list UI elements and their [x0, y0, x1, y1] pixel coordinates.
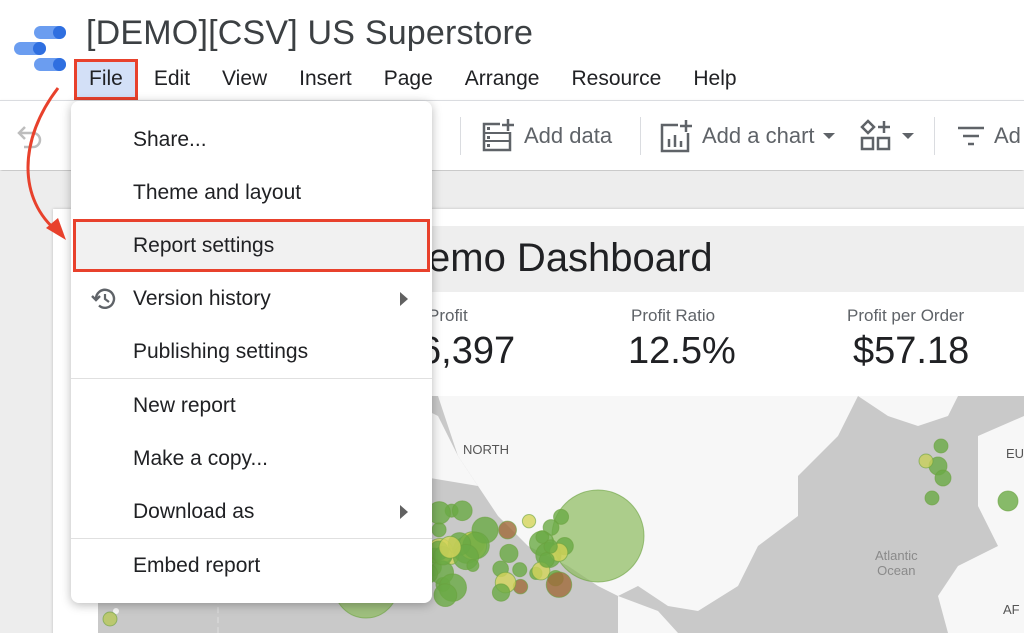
map-bubble[interactable]	[498, 520, 517, 540]
report-title[interactable]: [DEMO][CSV] US Superstore	[86, 14, 533, 53]
chevron-down-icon	[822, 133, 835, 139]
land-greenland	[858, 396, 958, 426]
continent-label: AF	[1003, 602, 1020, 617]
menu-item-label: New report	[133, 393, 236, 417]
map-bubble[interactable]	[451, 500, 473, 522]
add-chart-button[interactable]: Add a chart	[660, 119, 835, 153]
menubar: File Edit View Insert Page Arrange Resou…	[74, 58, 753, 100]
map-bubble[interactable]	[997, 490, 1019, 512]
map-bubble[interactable]	[933, 438, 949, 454]
undo-icon[interactable]	[16, 123, 44, 156]
menu-item-label: Publishing settings	[133, 339, 309, 363]
map-bubble[interactable]	[551, 489, 645, 583]
filter-icon	[958, 126, 984, 146]
menu-item-make-a-copy[interactable]: Make a copy...	[71, 432, 432, 485]
dashboard-title[interactable]: emo Dashboard	[428, 236, 713, 281]
menu-arrange[interactable]: Arrange	[449, 59, 556, 99]
map-bubble[interactable]	[538, 552, 555, 568]
add-data-button[interactable]: Add data	[482, 118, 613, 153]
map-bubble[interactable]	[512, 562, 528, 578]
continent-label: NORTH	[463, 442, 509, 457]
menu-insert[interactable]: Insert	[283, 59, 368, 99]
add-chart-icon	[660, 119, 694, 153]
file-menu-dropdown: Share... Theme and layout Report setting…	[71, 101, 432, 603]
history-icon	[91, 287, 117, 317]
chevron-down-icon	[902, 133, 914, 139]
submenu-arrow-icon	[400, 292, 408, 306]
add-data-icon	[482, 118, 516, 152]
menu-item-share[interactable]: Share...	[71, 113, 432, 166]
menu-item-label: Share...	[133, 127, 207, 151]
menu-item-new-report[interactable]: New report	[71, 379, 432, 432]
kpi-profit-per-order-value[interactable]: $57.18	[853, 330, 969, 373]
map-bubble[interactable]	[499, 543, 519, 564]
toolbar-divider	[460, 117, 461, 155]
menu-item-label: Theme and layout	[133, 180, 302, 204]
submenu-arrow-icon	[400, 505, 408, 519]
menu-item-label: Embed report	[133, 553, 261, 577]
menu-help[interactable]: Help	[677, 59, 752, 99]
menu-item-version-history[interactable]: Version history	[71, 272, 432, 325]
menu-item-label: Download as	[133, 499, 255, 523]
continent-label: EU	[1006, 446, 1024, 461]
logo-dot-top	[53, 26, 66, 39]
atlantic-ocean-label: Atlantic Ocean	[875, 548, 918, 578]
menu-edit[interactable]: Edit	[138, 59, 206, 99]
kpi-profit-value[interactable]: 6,397	[420, 330, 515, 373]
toolbar-divider	[640, 117, 641, 155]
add-filter-label: Ad	[994, 123, 1021, 148]
map-bubble[interactable]	[545, 571, 573, 598]
map-bubble[interactable]	[102, 611, 118, 627]
map-bubble[interactable]	[521, 514, 537, 529]
map-bubble[interactable]	[431, 522, 447, 538]
menu-resource[interactable]: Resource	[555, 59, 677, 99]
menu-file[interactable]: File	[74, 58, 138, 100]
add-filter-button[interactable]: Ad	[956, 119, 1021, 153]
map-bubble[interactable]	[924, 490, 940, 506]
kpi-profit-label: Profit	[428, 306, 468, 325]
map-bubble[interactable]	[535, 530, 550, 544]
map-bubble[interactable]	[491, 583, 511, 602]
looker-studio-logo[interactable]	[14, 26, 66, 72]
logo-dot-middle	[33, 42, 46, 55]
menu-page[interactable]: Page	[368, 59, 449, 99]
menu-view[interactable]: View	[206, 59, 283, 99]
kpi-profit-per-order-label: Profit per Order	[847, 306, 965, 325]
logo-dot-bottom	[53, 58, 66, 71]
menu-item-download-as[interactable]: Download as	[71, 485, 432, 538]
kpi-profit-ratio-value[interactable]: 12.5%	[628, 330, 736, 373]
menu-item-report-settings[interactable]: Report settings	[73, 219, 430, 272]
add-data-label: Add data	[524, 123, 613, 148]
map-bubble[interactable]	[934, 469, 952, 487]
map-bubble[interactable]	[918, 453, 934, 469]
kpi-profit-ratio-label: Profit Ratio	[631, 306, 716, 325]
add-control-icon	[860, 119, 891, 151]
menu-item-publishing-settings[interactable]: Publishing settings	[71, 325, 432, 378]
add-chart-label: Add a chart	[702, 123, 815, 148]
menu-item-label: Version history	[133, 286, 271, 310]
map-bubble[interactable]	[433, 583, 458, 608]
map-bubble[interactable]	[438, 535, 462, 559]
menu-item-theme-and-layout[interactable]: Theme and layout	[71, 166, 432, 219]
menu-item-label: Make a copy...	[133, 446, 269, 470]
menu-item-embed-report[interactable]: Embed report	[71, 539, 432, 592]
add-control-button[interactable]	[860, 119, 914, 153]
toolbar-divider	[934, 117, 935, 155]
map-bubble[interactable]	[466, 558, 480, 572]
menu-item-label: Report settings	[133, 233, 275, 257]
